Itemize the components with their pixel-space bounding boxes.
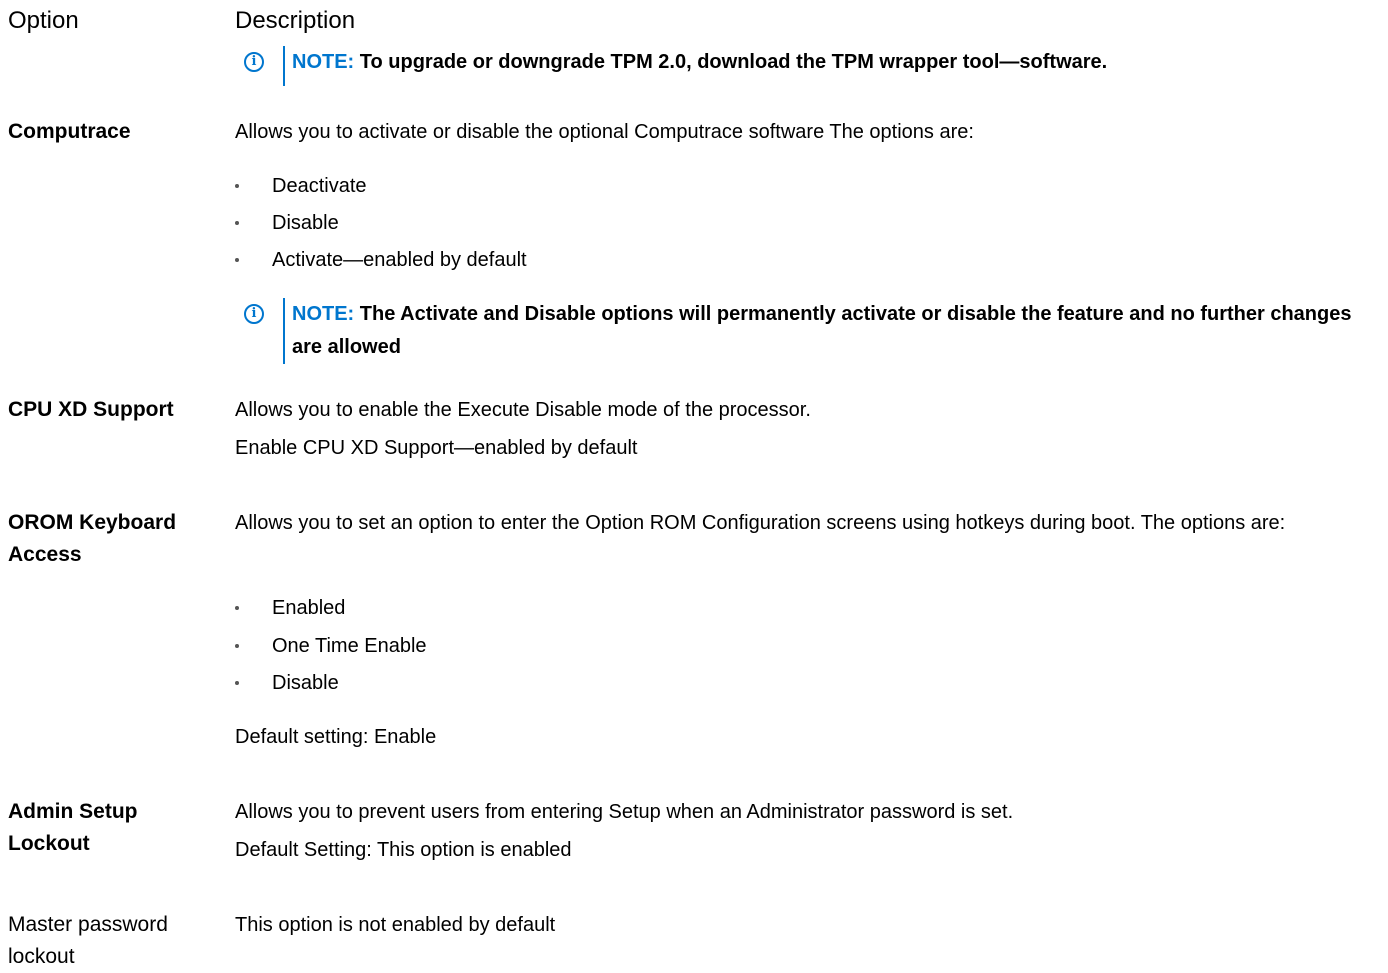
info-icon: i (244, 52, 264, 72)
bullet-dot (235, 681, 239, 685)
orom-default: Default setting: Enable (235, 726, 437, 748)
bullet-dot (235, 644, 239, 648)
info-icon: i (244, 304, 264, 324)
note-label: NOTE: (292, 303, 355, 325)
orom-description: Allows you to set an option to enter the… (235, 512, 1286, 534)
document-page: Option Description i NOTE: To upgrade or… (0, 0, 1388, 969)
note-computrace: i NOTE: The Activate and Disable options… (244, 298, 1384, 364)
note-label: NOTE: (292, 51, 355, 73)
list-item-text: Deactivate (272, 175, 367, 197)
column-header-description: Description (235, 7, 356, 34)
cpu-xd-description: Allows you to enable the Execute Disable… (235, 399, 811, 421)
option-cpu-xd-support: CPU XD Support (8, 398, 174, 421)
list-item-text: Disable (272, 672, 339, 694)
master-lockout-description: This option is not enabled by default (235, 914, 556, 936)
list-item-text: Disable (272, 212, 339, 234)
admin-lockout-description: Allows you to prevent users from enterin… (235, 801, 1014, 823)
bullet-dot (235, 606, 239, 610)
option-master-password-lockout: Master password lockout (8, 913, 168, 968)
note-tpm: i NOTE: To upgrade or downgrade TPM 2.0,… (244, 46, 1384, 86)
bullet-dot (235, 221, 239, 225)
column-header-option: Option (8, 7, 79, 34)
list-item-text: One Time Enable (272, 635, 427, 657)
option-orom-keyboard-access: OROM Keyboard Access (8, 511, 177, 566)
bullet-dot (235, 258, 239, 262)
option-admin-setup-lockout: Admin Setup Lockout (8, 800, 138, 855)
note-body: The Activate and Disable options will pe… (292, 303, 1352, 358)
note-text: NOTE: To upgrade or downgrade TPM 2.0, d… (292, 46, 1382, 79)
bullet-dot (235, 184, 239, 188)
note-body: To upgrade or downgrade TPM 2.0, downloa… (354, 51, 1108, 73)
option-computrace: Computrace (8, 120, 131, 143)
note-bar (283, 46, 285, 86)
note-text: NOTE: The Activate and Disable options w… (292, 298, 1382, 364)
list-item-text: Enabled (272, 597, 346, 619)
list-item-text: Activate—enabled by default (272, 249, 527, 271)
computrace-description: Allows you to activate or disable the op… (235, 121, 974, 143)
cpu-xd-default: Enable CPU XD Support—enabled by default (235, 437, 638, 459)
note-bar (283, 298, 285, 364)
admin-lockout-default: Default Setting: This option is enabled (235, 839, 572, 861)
